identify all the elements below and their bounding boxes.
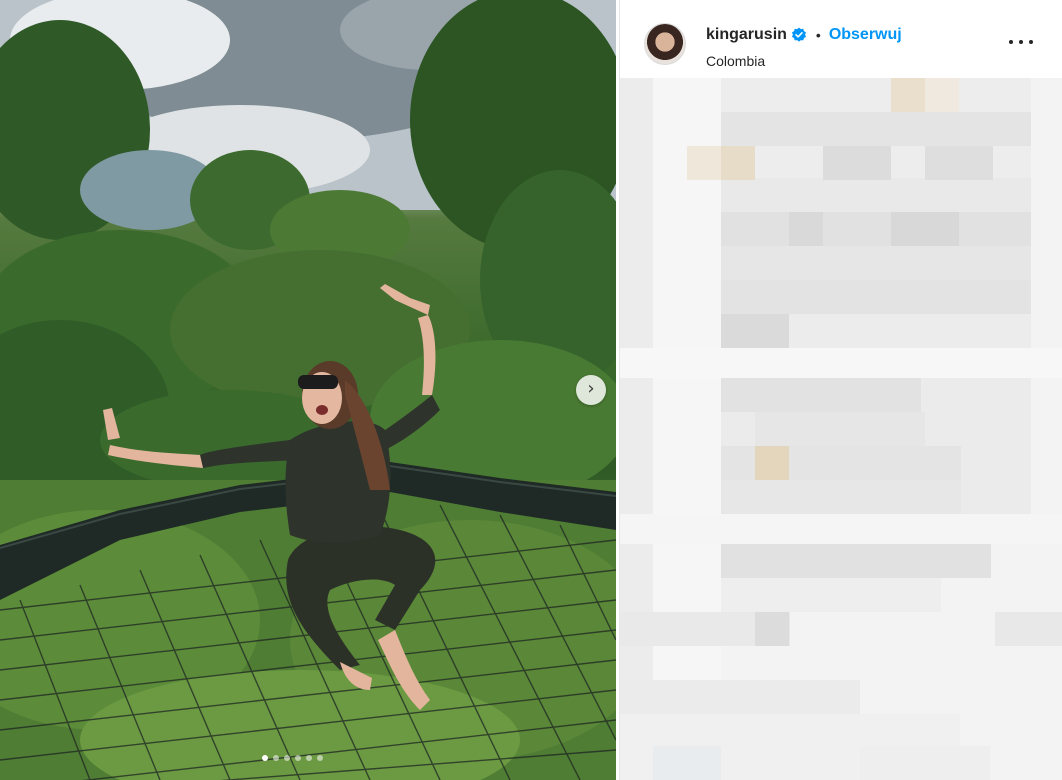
verified-badge-icon: [791, 27, 806, 42]
more-dot: [1019, 40, 1023, 44]
username-line: kingarusin • Obserwuj: [706, 24, 902, 46]
carousel-indicator: [262, 755, 323, 761]
carousel-dot: [284, 755, 290, 761]
carousel-dot: [317, 755, 323, 761]
post-header: kingarusin • Obserwuj Colombia: [620, 0, 1062, 78]
carousel-dot: [273, 755, 279, 761]
separator-dot: •: [815, 27, 821, 43]
post-photo[interactable]: ›: [0, 0, 616, 780]
carousel-dot: [306, 755, 312, 761]
more-dot: [1029, 40, 1033, 44]
carousel-dot: [262, 755, 268, 761]
username-link[interactable]: kingarusin: [706, 26, 787, 44]
post-side-panel: kingarusin • Obserwuj Colombia: [619, 0, 1062, 780]
post-meta: kingarusin • Obserwuj Colombia: [706, 23, 902, 69]
photo-scene: [0, 0, 616, 780]
follow-button[interactable]: Obserwuj: [829, 26, 902, 44]
pixelated-content: [620, 78, 1062, 780]
carousel-next-button[interactable]: ›: [576, 375, 606, 405]
chevron-right-icon: ›: [587, 378, 595, 399]
location-link[interactable]: Colombia: [706, 53, 902, 69]
more-dot: [1009, 40, 1013, 44]
more-options-icon[interactable]: [1009, 36, 1033, 48]
pixelated-comments-area: [620, 78, 1062, 780]
avatar[interactable]: [644, 23, 686, 65]
carousel-dot: [295, 755, 301, 761]
